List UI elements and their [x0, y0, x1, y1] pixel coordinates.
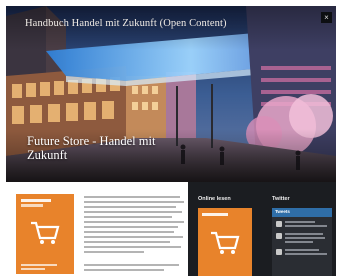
avatar — [276, 233, 282, 239]
shopping-cart-icon — [211, 231, 240, 254]
book-subtitle-mark — [21, 204, 43, 207]
book-footer-mark — [21, 264, 57, 266]
close-icon[interactable]: × — [321, 12, 332, 23]
avatar — [276, 221, 282, 227]
main-content — [6, 182, 188, 276]
twitter-widget-header: Tweets — [272, 208, 332, 217]
hero-banner: Handbuch Handel mit Zukunft (Open Conten… — [6, 6, 336, 182]
book-title-mark — [21, 199, 51, 202]
shopping-cart-icon — [31, 221, 60, 244]
site-title[interactable]: Handbuch Handel mit Zukunft (Open Conten… — [25, 18, 227, 29]
page-frame: Handbuch Handel mit Zukunft (Open Conten… — [6, 6, 336, 276]
online-book-title-mark — [202, 213, 228, 216]
book-footer-mark-2 — [21, 268, 45, 270]
twitter-widget-title: Tweets — [275, 209, 290, 214]
book-cover[interactable] — [16, 194, 74, 274]
sidebar-twitter: Twitter Tweets — [262, 182, 336, 276]
article-body — [84, 196, 184, 274]
twitter-widget[interactable]: Tweets — [272, 208, 332, 276]
article-headline: Future Store - Handel mit Zukunft — [27, 134, 156, 162]
avatar — [276, 249, 282, 255]
online-heading: Online lesen — [198, 196, 231, 202]
sidebar-online: Online lesen — [188, 182, 262, 276]
online-book-cover[interactable] — [198, 208, 252, 276]
twitter-heading: Twitter — [272, 196, 290, 202]
